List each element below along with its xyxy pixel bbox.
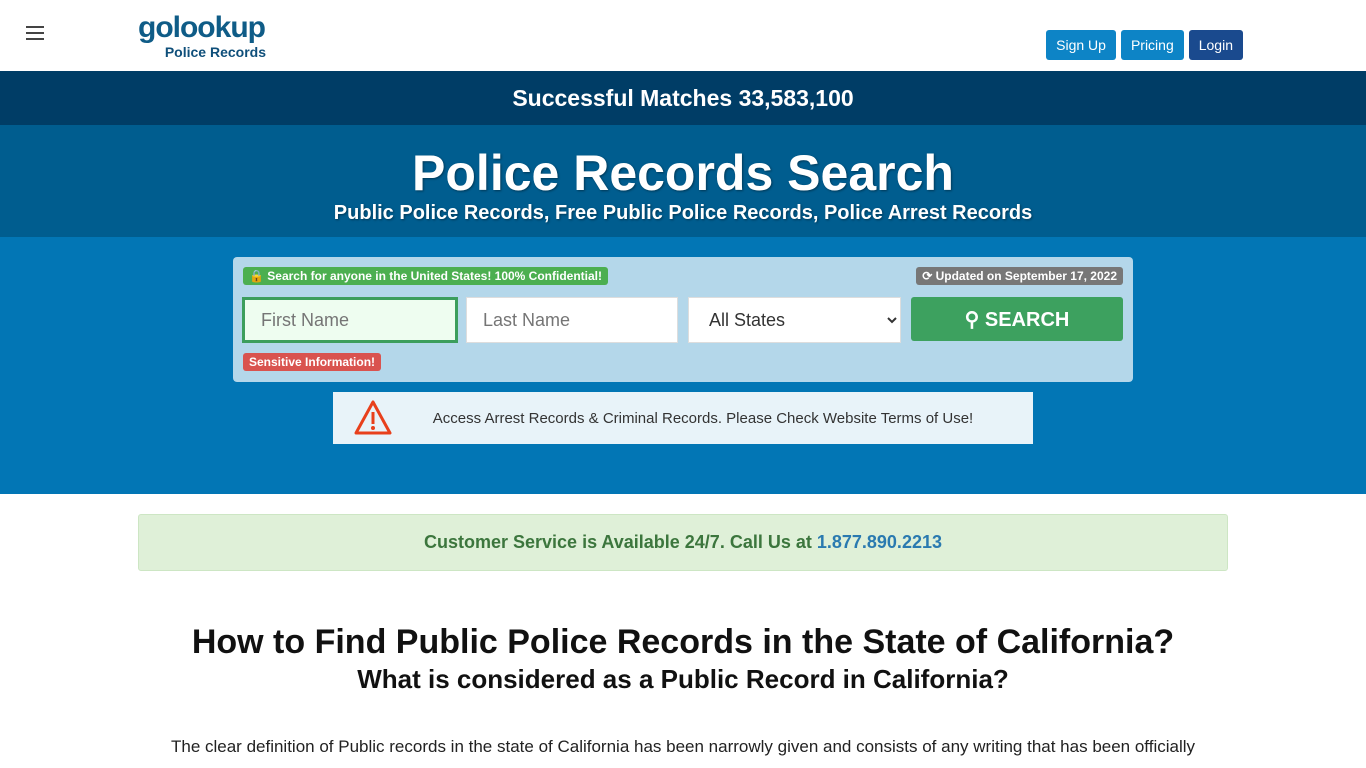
logo[interactable]: golookup Police Records bbox=[138, 11, 268, 61]
search-icon: ⚲ bbox=[964, 308, 980, 331]
first-name-input[interactable] bbox=[242, 297, 458, 343]
header: golookup Police Records Sign Up Pricing … bbox=[0, 0, 1366, 71]
search-button-label: SEARCH bbox=[984, 308, 1070, 331]
logo-subtitle: Police Records bbox=[164, 44, 266, 60]
matches-banner: Successful Matches 33,583,100 bbox=[0, 71, 1366, 125]
confidential-badge: 🔒 Search for anyone in the United States… bbox=[243, 267, 609, 285]
article-subtitle: What is considered as a Public Record in… bbox=[357, 664, 1009, 694]
last-name-input[interactable] bbox=[466, 297, 678, 343]
sign-up-button[interactable]: Sign Up bbox=[1046, 30, 1116, 60]
state-select[interactable]: All States bbox=[688, 297, 901, 343]
article-title: How to Find Public Police Records in the… bbox=[191, 623, 1175, 661]
customer-service-banner: Customer Service is Available 24/7. Call… bbox=[138, 514, 1228, 571]
customer-service-text: Customer Service is Available 24/7. Call… bbox=[424, 532, 817, 552]
menu-icon[interactable] bbox=[26, 26, 44, 44]
phone-link[interactable]: 1.877.890.2213 bbox=[817, 532, 942, 552]
login-button[interactable]: Login bbox=[1188, 30, 1243, 60]
hero: Police Records Search Public Police Reco… bbox=[0, 125, 1366, 237]
sensitive-badge: Sensitive Information! bbox=[243, 353, 382, 371]
pricing-button[interactable]: Pricing bbox=[1120, 30, 1184, 60]
notice-text: Access Arrest Records & Criminal Records… bbox=[432, 409, 974, 427]
search-form: 🔒 Search for anyone in the United States… bbox=[233, 257, 1133, 382]
search-button[interactable]: ⚲ SEARCH bbox=[911, 297, 1123, 341]
updated-badge: ⟳ Updated on September 17, 2022 bbox=[916, 267, 1123, 285]
article-paragraph: The clear definition of Public records i… bbox=[170, 737, 1196, 756]
search-section: 🔒 Search for anyone in the United States… bbox=[0, 237, 1366, 494]
page-title: Police Records Search bbox=[412, 145, 954, 201]
warning-icon bbox=[354, 400, 392, 435]
page-subtitle: Public Police Records, Free Public Polic… bbox=[333, 202, 1033, 224]
logo-text: golookup bbox=[138, 11, 266, 44]
notice-box: Access Arrest Records & Criminal Records… bbox=[333, 392, 1033, 444]
